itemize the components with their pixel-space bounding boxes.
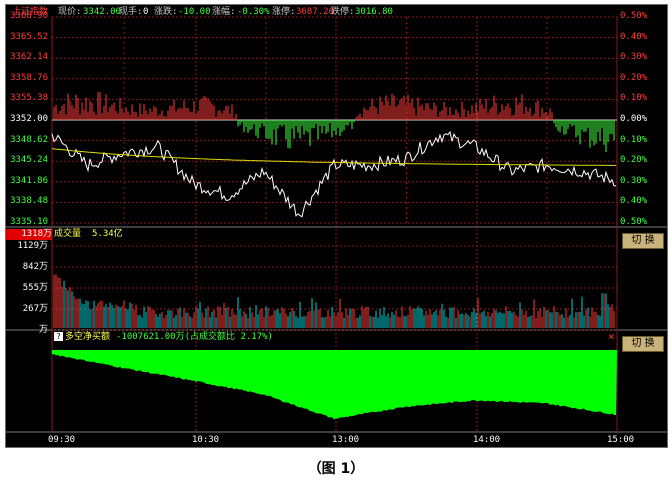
hand-label: 现手:	[119, 7, 143, 17]
price-tick: 3338.48	[10, 196, 48, 207]
change-label: 涨跌:	[154, 7, 178, 17]
netbuy-switch-button[interactable]: 切 换	[622, 336, 664, 352]
time-tick: 09:30	[48, 435, 76, 445]
time-tick: 10:30	[192, 435, 220, 445]
price-tick: 3335.10	[10, 217, 48, 227]
netbuy-close-icon[interactable]: ×	[608, 331, 615, 342]
intraday-chart	[6, 16, 667, 433]
volume-switch-button[interactable]: 切 换	[622, 233, 664, 249]
time-tick: 13:00	[332, 435, 360, 445]
stock-terminal: 上证指数 现价: 3342.00 现手: 0 涨跌: -10.00 涨幅: -0…	[5, 4, 668, 448]
pct-tick: 0.30%	[620, 175, 648, 186]
volume-value: 5.34亿	[92, 229, 123, 239]
pct-tick: 0.40%	[620, 196, 648, 207]
price-tick: 3355.38	[10, 93, 48, 104]
indicator-icon[interactable]: ?	[54, 332, 63, 341]
volume-tick: 1129万	[17, 241, 48, 251]
price-tick: 3341.86	[10, 175, 48, 186]
price-line	[51, 130, 617, 218]
pct-tick: 0.30%	[620, 52, 648, 63]
limit-up-value: 3687.20	[296, 7, 334, 17]
change-value: -10.00	[178, 7, 211, 17]
time-tick: 14:00	[473, 435, 501, 445]
price-tick: 3358.76	[10, 72, 48, 83]
pct-tick: 0.00%	[620, 114, 648, 124]
price-tick: 3345.24	[10, 155, 48, 166]
figure-caption: （图 1）	[307, 461, 365, 477]
volume-tick: 267万	[22, 304, 48, 314]
price-label: 现价:	[58, 7, 82, 17]
pct-value: -0.30%	[237, 7, 270, 17]
price-tick: 3362.14	[10, 52, 48, 63]
pct-tick: 0.10%	[620, 93, 648, 104]
price-tick: 3348.62	[10, 134, 48, 145]
pct-tick: 0.20%	[620, 72, 648, 83]
time-tick: 15:00	[607, 435, 635, 445]
price-tick: 3368.90	[10, 11, 48, 21]
pct-tick: 0.10%	[620, 134, 648, 145]
netbuy-title: 多空净买额	[65, 332, 111, 342]
pct-tick: 0.50%	[620, 11, 648, 21]
hand-value: 0	[143, 7, 149, 17]
price-tick: 3365.52	[10, 31, 48, 42]
pct-label: 涨幅:	[212, 7, 236, 17]
limit-up-label: 涨停:	[272, 7, 296, 17]
net-buy-area	[52, 350, 617, 420]
average-price-line	[51, 148, 616, 166]
volume-tick: 842万	[22, 262, 48, 272]
pct-tick: 0.50%	[620, 217, 648, 227]
volume-tick: 万	[38, 325, 48, 335]
volume-max-tick: 1318万	[6, 229, 52, 240]
volume-title: 成交量	[54, 229, 82, 239]
pct-tick: 0.20%	[620, 155, 648, 166]
pct-tick: 0.40%	[620, 31, 648, 42]
netbuy-value: -1007621.00万(占成交额比 2.17%)	[116, 332, 273, 342]
price-value: 3342.00	[83, 7, 121, 17]
price-tick: 3352.00	[10, 114, 48, 124]
volume-tick: 555万	[22, 283, 48, 293]
limit-down-label: 跌停:	[331, 7, 355, 17]
limit-down-value: 3016.80	[355, 7, 393, 17]
